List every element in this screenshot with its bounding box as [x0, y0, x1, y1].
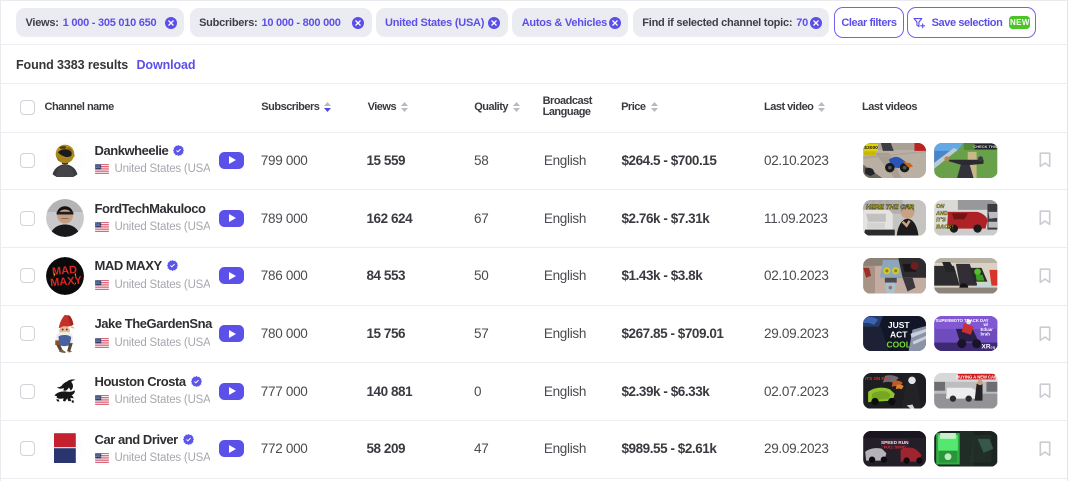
svg-text:$3000: $3000 — [864, 145, 878, 151]
svg-text:IT'S: IT'S — [936, 218, 946, 224]
svg-text:HERE THE CAR: HERE THE CAR — [866, 204, 914, 211]
svg-text:SUPERMOTO TRACK DAY: SUPERMOTO TRACK DAY — [936, 318, 989, 323]
svg-text:COOL: COOL — [886, 339, 910, 349]
svg-text:JUST: JUST — [887, 320, 909, 330]
svg-text:CHECK THIS: CHECK THIS — [973, 144, 997, 149]
svg-text:BACK!: BACK! — [936, 225, 954, 231]
svg-text:ON: ON — [936, 204, 944, 210]
svg-text:AND: AND — [935, 211, 948, 217]
svg-text:brah: brah — [981, 331, 991, 336]
svg-text:BUYING A NEW CAR: BUYING A NEW CAR — [956, 375, 997, 380]
svg-text:ACT: ACT — [889, 329, 907, 339]
svg-text:XRcq: XRcq — [982, 343, 996, 350]
svg-text:ITS ON FIRE: ITS ON FIRE — [865, 376, 892, 381]
svg-text:FULL SEND: FULL SEND — [883, 444, 905, 449]
